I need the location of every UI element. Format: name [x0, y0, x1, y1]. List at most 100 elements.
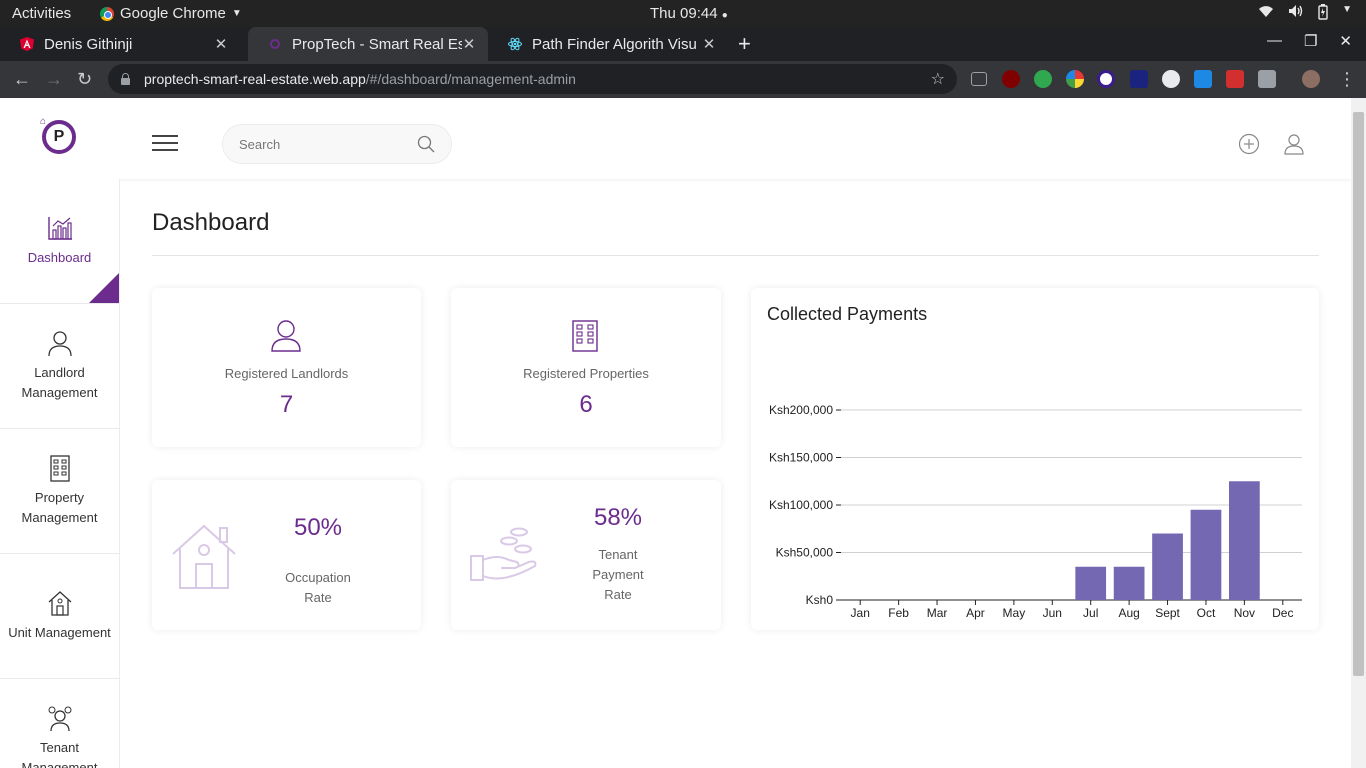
stat-value: 6 [579, 391, 593, 418]
s-extension-icon[interactable] [1194, 70, 1212, 88]
wifi-icon [1258, 4, 1274, 23]
window-controls: — ❐ ✕ [1267, 32, 1352, 50]
hamburger-menu-icon[interactable] [152, 135, 178, 151]
pocket-icon[interactable] [971, 72, 987, 86]
bar-sept [1152, 533, 1183, 600]
y-tick-label: Ksh50,000 [776, 546, 834, 560]
stat-value: 58% [593, 504, 643, 531]
search-box [222, 124, 452, 164]
bookmark-star-icon[interactable]: ☆ [931, 69, 945, 89]
add-circle-icon[interactable] [1238, 133, 1260, 155]
title-divider [152, 255, 1319, 256]
id-card-extension-icon[interactable] [1130, 70, 1148, 88]
collected-payments-chart: Ksh0 Ksh50,000 Ksh100,000 Ksh150,000 Ksh200,… [769, 403, 1302, 620]
sidebar-item-label: Unit Management [8, 625, 111, 640]
collected-payments-card: Collected Payments Ksh0 Ksh50,000 Ksh100,0… [751, 288, 1319, 630]
chart-icon [47, 217, 72, 240]
app-header: ⌂ P [0, 98, 1351, 179]
landlord-person-icon [271, 320, 301, 352]
grammar-extension-icon[interactable] [1034, 70, 1052, 88]
stat-label: Registered Landlords [224, 366, 349, 381]
forward-arrow-icon[interactable]: → [45, 69, 63, 90]
y-tick-label: Ksh0 [806, 593, 834, 607]
x-tick-label: Aug [1118, 606, 1139, 620]
sidebar-item-landlord-management[interactable]: Landlord Management [0, 304, 119, 429]
new-tab-button[interactable]: + [738, 31, 751, 57]
activities-button[interactable]: Activities [12, 5, 71, 22]
sidebar-item-label: Dashboard [27, 250, 92, 265]
battery-icon [1318, 4, 1328, 23]
app-menu[interactable]: Google Chrome ▼ [100, 5, 242, 22]
tenant-payment-rate-card[interactable]: 58% Tenant Payment Rate [451, 480, 721, 630]
scrollbar-thumb[interactable] [1353, 112, 1364, 676]
tab-title: PropTech - Smart Real Est [292, 35, 462, 53]
stat-label: Tenant Payment Rate [592, 547, 644, 602]
app-menu-label: Google Chrome [120, 5, 226, 22]
color-picker-icon[interactable] [1066, 70, 1084, 88]
clock[interactable]: Thu 09:44 ● [650, 5, 728, 22]
close-icon[interactable]: ✕ [702, 35, 716, 53]
stat-label: Occupation Rate [285, 570, 351, 605]
house-icon [48, 591, 71, 616]
tab-strip: Denis Githinji ✕ PropTech - Smart Real E… [0, 27, 1366, 61]
x-tick-label: Jan [851, 606, 870, 620]
address-bar[interactable]: proptech-smart-real-estate.web.app /#/da… [108, 64, 957, 94]
react-icon [508, 37, 522, 51]
search-icon[interactable] [417, 135, 435, 153]
close-icon[interactable]: ✕ [214, 35, 228, 53]
profile-avatar[interactable] [1302, 70, 1320, 88]
tab-denis-githinji[interactable]: Denis Githinji ✕ [0, 27, 240, 61]
os-top-bar: Activities Google Chrome ▼ Thu 09:44 ● ▼ [0, 0, 1366, 27]
user-icon[interactable] [1283, 133, 1305, 155]
camera-icon[interactable] [1258, 70, 1276, 88]
logo-letter: P [53, 128, 65, 145]
tab-proptech[interactable]: PropTech - Smart Real Est ✕ [248, 27, 488, 61]
clock-text: Thu 09:44 [650, 5, 718, 22]
sidebar: Dashboard Landlord Management Property M… [0, 179, 120, 768]
registered-properties-card[interactable]: Registered Properties 6 [451, 288, 721, 447]
occupation-rate-card[interactable]: 50% Occupation Rate [152, 480, 421, 630]
layers-extension-icon[interactable] [1097, 70, 1115, 88]
minimize-icon[interactable]: — [1267, 32, 1282, 50]
sidebar-item-tenant-management[interactable]: Tenant Management [0, 679, 119, 768]
x-tick-label: Dec [1272, 606, 1293, 620]
url-host: proptech-smart-real-estate.web.app [144, 71, 366, 87]
reload-icon[interactable]: ↻ [77, 69, 92, 90]
browser-toolbar: ← → ↻ proptech-smart-real-estate.web.app… [0, 61, 1366, 98]
sidebar-item-dashboard[interactable]: Dashboard [0, 179, 119, 304]
close-window-icon[interactable]: ✕ [1339, 32, 1352, 50]
hand-coins-icon [470, 527, 537, 581]
tab-title: Path Finder Algorith Visu [532, 35, 697, 53]
tab-title: Denis Githinji [44, 35, 133, 53]
bar-oct [1190, 509, 1222, 600]
y-tick-label: Ksh100,000 [769, 498, 833, 512]
sidebar-item-property-management[interactable]: Property Management [0, 429, 119, 554]
ublock-icon[interactable] [1002, 70, 1020, 88]
lock-icon[interactable] [120, 73, 130, 85]
maximize-icon[interactable]: ❐ [1304, 32, 1317, 50]
building-icon [49, 455, 70, 482]
x-tick-label: Mar [927, 606, 948, 620]
x-tick-label: Apr [966, 606, 985, 620]
url-path: /#/dashboard/management-admin [365, 71, 576, 87]
tab-path-finder[interactable]: Path Finder Algorith Visu ✕ [488, 27, 728, 61]
back-arrow-icon[interactable]: ← [13, 69, 31, 90]
close-icon[interactable]: ✕ [462, 35, 476, 53]
person-icon [47, 331, 72, 357]
x-tick-label: Jul [1083, 606, 1098, 620]
menu-kebab-icon[interactable]: ⋮ [1338, 69, 1356, 90]
angular-icon [20, 37, 34, 51]
system-tray[interactable]: ▼ [1258, 4, 1352, 23]
sidebar-item-label: Property Management [21, 490, 98, 525]
logo[interactable]: P [42, 120, 76, 154]
people-icon [48, 706, 71, 732]
search-input[interactable] [239, 136, 417, 152]
g-extension-icon[interactable] [1162, 70, 1180, 88]
registered-landlords-card[interactable]: Registered Landlords 7 [152, 288, 421, 447]
password-extension-icon[interactable] [1226, 70, 1244, 88]
bar-nov [1229, 481, 1260, 600]
proptech-favicon [270, 39, 280, 49]
y-tick-label: Ksh200,000 [769, 403, 833, 417]
sidebar-item-unit-management[interactable]: Unit Management [0, 554, 119, 679]
sidebar-item-label: Tenant Management [21, 740, 98, 768]
